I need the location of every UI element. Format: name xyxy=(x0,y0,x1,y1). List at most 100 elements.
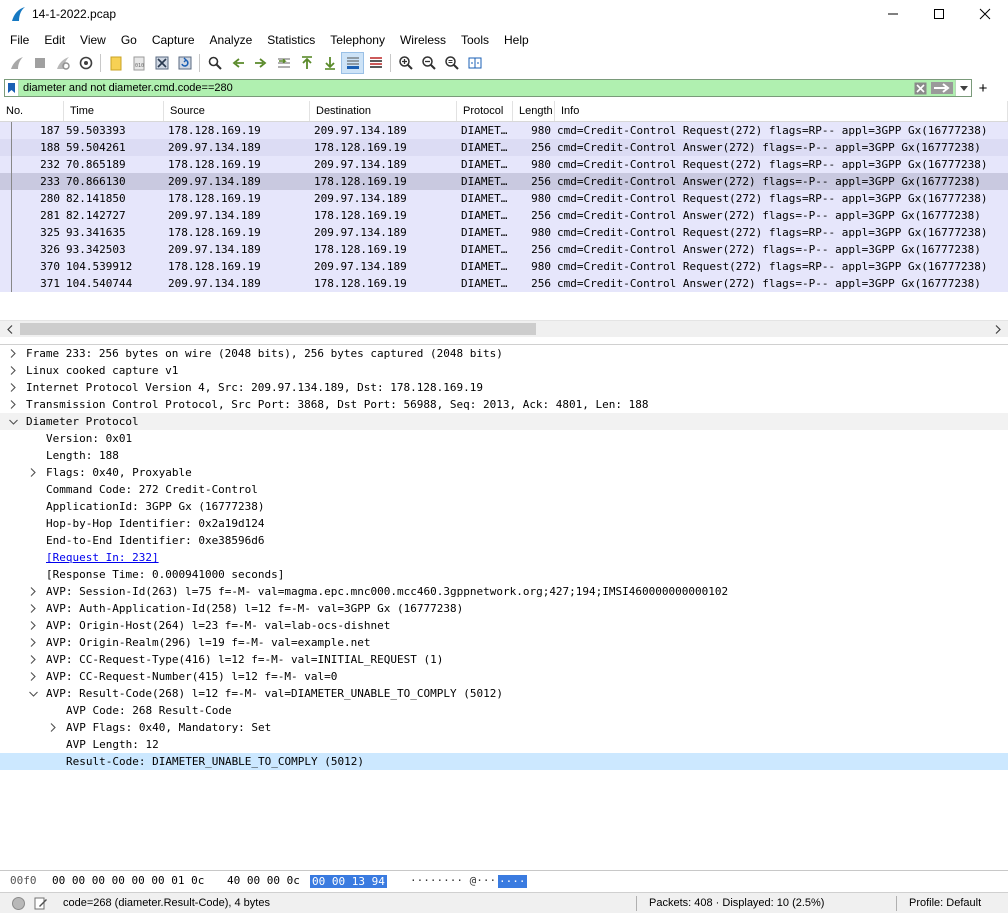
detail-row-length[interactable]: Length: 188 xyxy=(0,447,1008,464)
save-file-button[interactable]: 010 xyxy=(127,52,150,74)
chevron-down-icon[interactable] xyxy=(8,413,18,430)
expert-info-led-icon[interactable] xyxy=(12,897,25,910)
chevron-right-icon[interactable] xyxy=(28,634,38,651)
bytes-hex-group2[interactable]: 40 00 00 0c xyxy=(227,871,300,891)
chevron-right-icon[interactable] xyxy=(8,379,18,396)
detail-row-application-id[interactable]: ApplicationId: 3GPP Gx (16777238) xyxy=(0,498,1008,515)
menu-edit[interactable]: Edit xyxy=(39,33,71,47)
go-back-button[interactable] xyxy=(226,52,249,74)
menu-statistics[interactable]: Statistics xyxy=(262,33,321,47)
detail-row-end-to-end[interactable]: End-to-End Identifier: 0xe38596d6 xyxy=(0,532,1008,549)
detail-row-avp-session-id[interactable]: AVP: Session-Id(263) l=75 f=-M- val=magm… xyxy=(0,583,1008,600)
packet-row[interactable]: 325 93.341635 178.128.169.19 209.97.134.… xyxy=(0,224,1008,241)
open-file-button[interactable] xyxy=(104,52,127,74)
detail-row-avp-code[interactable]: AVP Code: 268 Result-Code xyxy=(0,702,1008,719)
packet-row-selected[interactable]: 233 70.866130 209.97.134.189 178.128.169… xyxy=(0,173,1008,190)
packet-row[interactable]: 370 104.539912 178.128.169.19 209.97.134… xyxy=(0,258,1008,275)
filter-history-dropdown[interactable] xyxy=(955,80,971,96)
display-filter-input[interactable]: diameter and not diameter.cmd.code==280 xyxy=(19,80,911,96)
column-header-protocol[interactable]: Protocol xyxy=(457,101,513,121)
find-packet-button[interactable] xyxy=(203,52,226,74)
detail-row-response-time[interactable]: [Response Time: 0.000941000 seconds] xyxy=(0,566,1008,583)
chevron-right-icon[interactable] xyxy=(8,362,18,379)
column-header-source[interactable]: Source xyxy=(164,101,310,121)
menu-capture[interactable]: Capture xyxy=(147,33,201,47)
chevron-right-icon[interactable] xyxy=(28,617,38,634)
maximize-button[interactable] xyxy=(916,0,962,28)
go-first-button[interactable] xyxy=(295,52,318,74)
packet-row[interactable]: 371 104.540744 209.97.134.189 178.128.16… xyxy=(0,275,1008,292)
edit-comment-icon[interactable] xyxy=(34,896,48,910)
resize-columns-button[interactable] xyxy=(463,52,486,74)
column-header-no[interactable]: No. xyxy=(0,101,64,121)
filter-apply-button[interactable] xyxy=(929,80,955,96)
chevron-right-icon[interactable] xyxy=(8,396,18,413)
detail-row-result-code-selected[interactable]: Result-Code: DIAMETER_UNABLE_TO_COMPLY (… xyxy=(0,753,1008,770)
filter-bookmark-button[interactable] xyxy=(5,80,19,96)
detail-row-avp-length[interactable]: AVP Length: 12 xyxy=(0,736,1008,753)
colorize-button[interactable] xyxy=(364,52,387,74)
chevron-right-icon[interactable] xyxy=(28,464,38,481)
column-header-info[interactable]: Info xyxy=(555,101,1008,121)
packet-row[interactable]: 188 59.504261 209.97.134.189 178.128.169… xyxy=(0,139,1008,156)
detail-row-avp-result-code[interactable]: AVP: Result-Code(268) l=12 f=-M- val=DIA… xyxy=(0,685,1008,702)
reload-file-button[interactable] xyxy=(173,52,196,74)
menu-file[interactable]: File xyxy=(5,33,35,47)
scrollbar-thumb[interactable] xyxy=(20,323,536,335)
detail-row-avp-origin-realm[interactable]: AVP: Origin-Realm(296) l=19 f=-M- val=ex… xyxy=(0,634,1008,651)
detail-row-ipv4[interactable]: Internet Protocol Version 4, Src: 209.97… xyxy=(0,379,1008,396)
menu-telephony[interactable]: Telephony xyxy=(325,33,391,47)
chevron-right-icon[interactable] xyxy=(28,668,38,685)
detail-row-avp-cc-request-type[interactable]: AVP: CC-Request-Type(416) l=12 f=-M- val… xyxy=(0,651,1008,668)
go-to-packet-button[interactable] xyxy=(272,52,295,74)
request-in-link[interactable]: [Request In: 232] xyxy=(46,549,159,566)
detail-row-frame[interactable]: Frame 233: 256 bytes on wire (2048 bits)… xyxy=(0,345,1008,362)
stop-capture-button[interactable] xyxy=(28,52,51,74)
menu-analyze[interactable]: Analyze xyxy=(205,33,259,47)
filter-clear-button[interactable] xyxy=(911,80,929,96)
menu-go[interactable]: Go xyxy=(116,33,143,47)
chevron-right-icon[interactable] xyxy=(28,583,38,600)
detail-row-version[interactable]: Version: 0x01 xyxy=(0,430,1008,447)
zoom-out-button[interactable] xyxy=(417,52,440,74)
close-file-button[interactable] xyxy=(150,52,173,74)
scroll-right-arrow-icon[interactable] xyxy=(992,321,1004,338)
menu-view[interactable]: View xyxy=(75,33,112,47)
packet-row[interactable]: 280 82.141850 178.128.169.19 209.97.134.… xyxy=(0,190,1008,207)
packet-row[interactable]: 232 70.865189 178.128.169.19 209.97.134.… xyxy=(0,156,1008,173)
packet-bytes-pane[interactable]: 00f0 00 00 00 00 00 00 01 0c 40 00 00 0c… xyxy=(0,870,1008,890)
detail-row-flags[interactable]: Flags: 0x40, Proxyable xyxy=(0,464,1008,481)
detail-row-avp-cc-request-number[interactable]: AVP: CC-Request-Number(415) l=12 f=-M- v… xyxy=(0,668,1008,685)
status-profile[interactable]: Profile: Default xyxy=(909,893,981,913)
chevron-down-icon[interactable] xyxy=(28,685,38,702)
chevron-right-icon[interactable] xyxy=(28,600,38,617)
menu-wireless[interactable]: Wireless xyxy=(395,33,452,47)
detail-row-diameter[interactable]: Diameter Protocol xyxy=(0,413,1008,430)
zoom-normal-button[interactable] xyxy=(440,52,463,74)
column-header-time[interactable]: Time xyxy=(64,101,164,121)
detail-row-linux-cooked[interactable]: Linux cooked capture v1 xyxy=(0,362,1008,379)
scroll-left-arrow-icon[interactable] xyxy=(4,321,16,338)
auto-scroll-button[interactable] xyxy=(341,52,364,74)
menu-help[interactable]: Help xyxy=(499,33,535,47)
bytes-hex-group1[interactable]: 00 00 00 00 00 00 01 0c xyxy=(52,871,204,891)
bytes-hex-selected[interactable]: 00 00 13 94 xyxy=(310,875,387,888)
detail-row-avp-auth-app-id[interactable]: AVP: Auth-Application-Id(258) l=12 f=-M-… xyxy=(0,600,1008,617)
detail-row-avp-flags[interactable]: AVP Flags: 0x40, Mandatory: Set xyxy=(0,719,1008,736)
zoom-in-button[interactable] xyxy=(394,52,417,74)
detail-row-request-in[interactable]: [Request In: 232] xyxy=(0,549,1008,566)
bytes-ascii[interactable]: ········ @··· xyxy=(410,871,496,891)
bytes-ascii-selected[interactable]: ···· xyxy=(498,875,527,888)
menu-tools[interactable]: Tools xyxy=(456,33,495,47)
column-header-destination[interactable]: Destination xyxy=(310,101,457,121)
packet-row[interactable]: 281 82.142727 209.97.134.189 178.128.169… xyxy=(0,207,1008,224)
chevron-right-icon[interactable] xyxy=(8,345,18,362)
packet-row[interactable]: 326 93.342503 209.97.134.189 178.128.169… xyxy=(0,241,1008,258)
minimize-button[interactable] xyxy=(870,0,916,28)
go-forward-button[interactable] xyxy=(249,52,272,74)
chevron-right-icon[interactable] xyxy=(28,651,38,668)
detail-row-tcp[interactable]: Transmission Control Protocol, Src Port:… xyxy=(0,396,1008,413)
add-filter-button-plus-icon[interactable]: + xyxy=(976,79,990,97)
packet-row[interactable]: 187 59.503393 178.128.169.19 209.97.134.… xyxy=(0,122,1008,139)
close-button[interactable] xyxy=(962,0,1008,28)
